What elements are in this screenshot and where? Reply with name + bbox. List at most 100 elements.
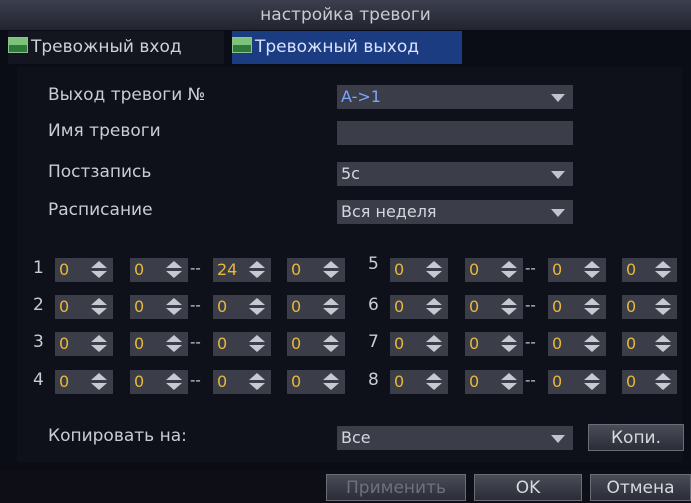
spinner-arrows-icon[interactable] — [323, 298, 339, 316]
spinner-arrows-icon[interactable] — [655, 335, 671, 353]
start-minute-spinner[interactable]: 0 — [130, 258, 188, 282]
end-minute-spinner[interactable]: 0 — [622, 332, 677, 356]
end-minute-spinner[interactable]: 0 — [622, 295, 677, 319]
start-hour-spinner[interactable]: 0 — [390, 258, 448, 282]
start-minute-spinner[interactable]: 0 — [465, 370, 523, 394]
start-minute-spinner[interactable]: 0 — [465, 258, 523, 282]
alarm-name-label: Имя тревоги — [48, 121, 161, 141]
spinner-arrows-icon[interactable] — [655, 298, 671, 316]
start-minute-value: 0 — [134, 372, 145, 391]
end-hour-spinner[interactable]: 24 — [213, 258, 271, 282]
end-minute-value: 0 — [291, 297, 302, 316]
start-hour-spinner[interactable]: 0 — [55, 295, 113, 319]
end-hour-value: 0 — [217, 334, 228, 353]
spinner-arrows-icon[interactable] — [249, 373, 265, 391]
spinner-arrows-icon[interactable] — [426, 373, 442, 391]
schedule-label: Расписание — [48, 200, 153, 220]
apply-button[interactable]: Применить — [326, 474, 466, 501]
end-minute-value: 0 — [626, 334, 637, 353]
tab-alarm-output[interactable]: Тревожный выход — [232, 31, 462, 64]
spinner-arrows-icon[interactable] — [91, 298, 107, 316]
copy-to-select[interactable]: Все — [337, 426, 573, 450]
tab-icon — [232, 37, 252, 53]
end-hour-spinner[interactable]: 0 — [213, 370, 271, 394]
end-minute-spinner[interactable]: 0 — [287, 258, 345, 282]
spinner-arrows-icon[interactable] — [426, 298, 442, 316]
start-hour-spinner[interactable]: 0 — [55, 258, 113, 282]
range-separator: -- — [525, 296, 536, 314]
copy-button[interactable]: Копи. — [588, 424, 684, 451]
start-hour-spinner[interactable]: 0 — [55, 370, 113, 394]
end-minute-spinner[interactable]: 0 — [622, 258, 677, 282]
spinner-arrows-icon[interactable] — [501, 335, 517, 353]
end-minute-value: 0 — [291, 334, 302, 353]
spinner-arrows-icon[interactable] — [249, 298, 265, 316]
start-minute-spinner[interactable]: 0 — [130, 370, 188, 394]
end-minute-spinner[interactable]: 0 — [622, 370, 677, 394]
end-hour-spinner[interactable]: 0 — [548, 370, 606, 394]
spinner-arrows-icon[interactable] — [501, 261, 517, 279]
spinner-arrows-icon[interactable] — [91, 373, 107, 391]
end-hour-value: 0 — [217, 372, 228, 391]
spinner-arrows-icon[interactable] — [323, 373, 339, 391]
alarm-out-select[interactable]: A->1 — [337, 85, 573, 109]
start-hour-spinner[interactable]: 0 — [390, 332, 448, 356]
spinner-arrows-icon[interactable] — [166, 298, 182, 316]
spinner-arrows-icon[interactable] — [323, 335, 339, 353]
copy-to-label: Копировать на: — [48, 426, 187, 446]
end-hour-spinner[interactable]: 0 — [213, 332, 271, 356]
end-hour-value: 0 — [552, 297, 563, 316]
start-minute-value: 0 — [469, 260, 480, 279]
spinner-arrows-icon[interactable] — [584, 373, 600, 391]
end-hour-value: 0 — [552, 260, 563, 279]
start-minute-value: 0 — [134, 334, 145, 353]
spinner-arrows-icon[interactable] — [91, 335, 107, 353]
start-minute-spinner[interactable]: 0 — [130, 295, 188, 319]
spinner-arrows-icon[interactable] — [166, 261, 182, 279]
spinner-arrows-icon[interactable] — [249, 335, 265, 353]
spinner-arrows-icon[interactable] — [426, 261, 442, 279]
end-hour-value: 0 — [217, 297, 228, 316]
schedule-select[interactable]: Вся неделя — [337, 200, 573, 224]
spinner-arrows-icon[interactable] — [501, 373, 517, 391]
end-minute-spinner[interactable]: 0 — [287, 370, 345, 394]
spinner-arrows-icon[interactable] — [426, 335, 442, 353]
chevron-down-icon — [547, 200, 571, 224]
start-minute-spinner[interactable]: 0 — [465, 332, 523, 356]
cancel-button[interactable]: Отмена — [590, 474, 691, 501]
spinner-arrows-icon[interactable] — [249, 261, 265, 279]
spinner-arrows-icon[interactable] — [166, 335, 182, 353]
end-hour-spinner[interactable]: 0 — [548, 332, 606, 356]
end-hour-spinner[interactable]: 0 — [213, 295, 271, 319]
start-hour-spinner[interactable]: 0 — [390, 370, 448, 394]
start-minute-spinner[interactable]: 0 — [465, 295, 523, 319]
start-hour-spinner[interactable]: 0 — [390, 295, 448, 319]
alarm-name-input[interactable] — [337, 121, 573, 145]
spinner-arrows-icon[interactable] — [584, 335, 600, 353]
end-minute-value: 0 — [291, 372, 302, 391]
tab-alarm-input[interactable]: Тревожный вход — [8, 31, 224, 64]
period-number: 2 — [33, 295, 44, 315]
end-minute-value: 0 — [291, 260, 302, 279]
ok-button[interactable]: OK — [474, 474, 582, 501]
spinner-arrows-icon[interactable] — [584, 298, 600, 316]
tab-alarm-output-label: Тревожный выход — [255, 37, 420, 57]
range-separator: -- — [190, 296, 201, 314]
spinner-arrows-icon[interactable] — [91, 261, 107, 279]
start-minute-value: 0 — [469, 297, 480, 316]
period-number: 5 — [368, 254, 379, 274]
spinner-arrows-icon[interactable] — [166, 373, 182, 391]
spinner-arrows-icon[interactable] — [323, 261, 339, 279]
spinner-arrows-icon[interactable] — [655, 261, 671, 279]
end-minute-spinner[interactable]: 0 — [287, 295, 345, 319]
start-hour-value: 0 — [59, 372, 70, 391]
start-hour-spinner[interactable]: 0 — [55, 332, 113, 356]
start-minute-spinner[interactable]: 0 — [130, 332, 188, 356]
spinner-arrows-icon[interactable] — [501, 298, 517, 316]
postrecord-select[interactable]: 5c — [337, 162, 573, 186]
spinner-arrows-icon[interactable] — [655, 373, 671, 391]
end-minute-spinner[interactable]: 0 — [287, 332, 345, 356]
end-hour-spinner[interactable]: 0 — [548, 295, 606, 319]
spinner-arrows-icon[interactable] — [584, 261, 600, 279]
end-hour-spinner[interactable]: 0 — [548, 258, 606, 282]
